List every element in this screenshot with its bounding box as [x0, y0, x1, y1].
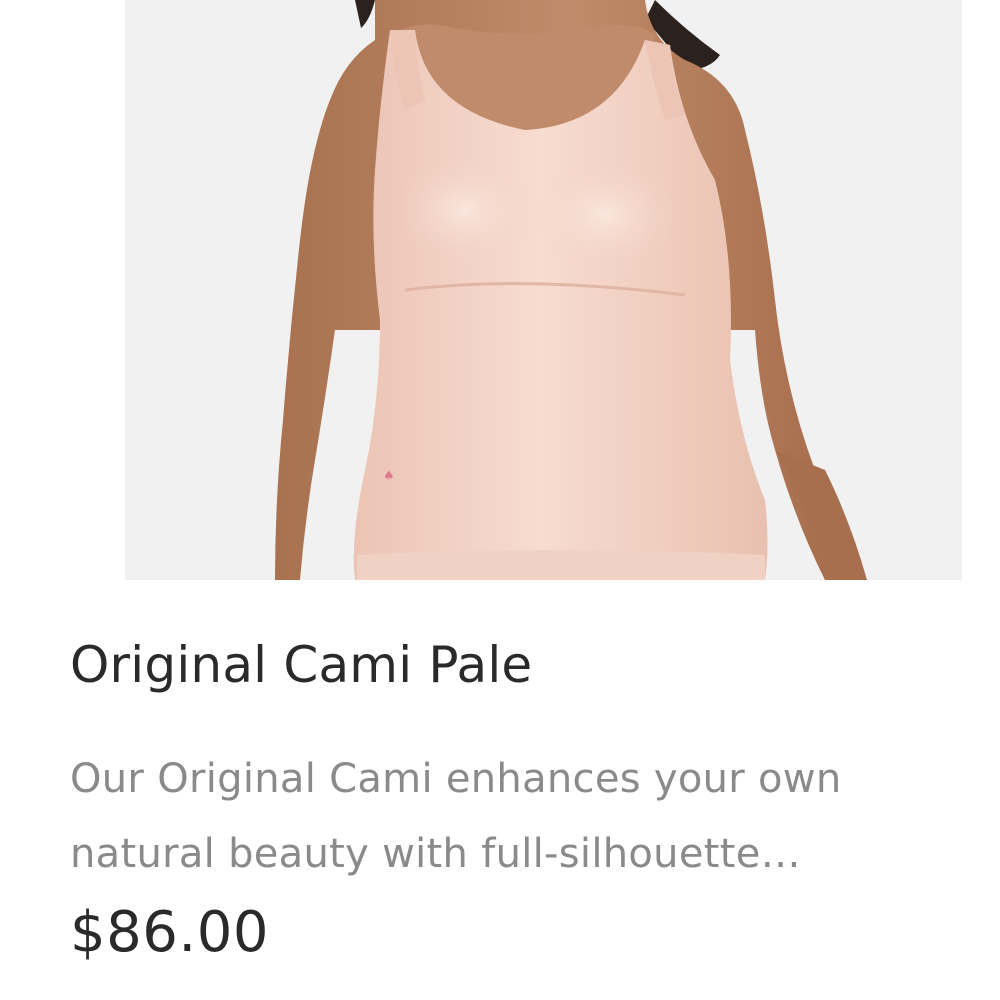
- product-title[interactable]: Original Cami Pale: [70, 636, 532, 694]
- product-photo-illustration: ♠: [125, 0, 962, 580]
- product-card[interactable]: ♠ Original Cami Pale Our Original Cami e…: [0, 0, 1000, 1000]
- product-price: $86.00: [70, 900, 269, 965]
- svg-text:♠: ♠: [383, 469, 395, 484]
- product-description: Our Original Cami enhances your own natu…: [70, 756, 842, 877]
- product-image[interactable]: ♠: [125, 0, 962, 580]
